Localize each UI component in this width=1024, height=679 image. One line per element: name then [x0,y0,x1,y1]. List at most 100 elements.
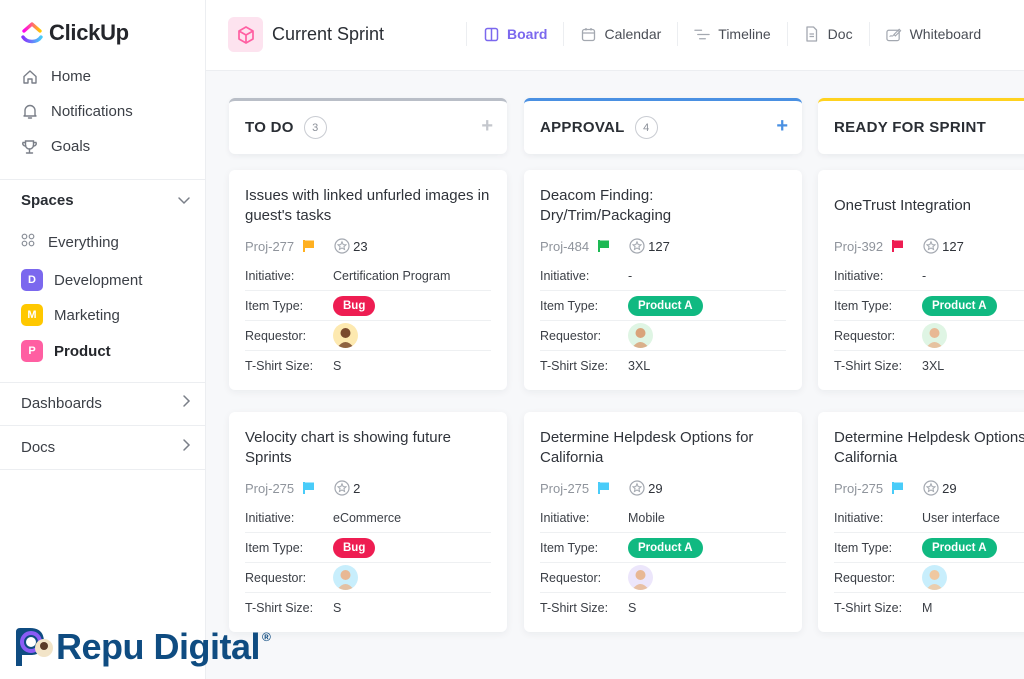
field-tshirt-size: T-Shirt Size: 3XL [834,351,1024,381]
tab-label: Calendar [604,26,662,42]
column-header[interactable]: APPROVAL 4 + [524,98,802,154]
star-points-icon [334,480,350,496]
initiative-value[interactable]: eCommerce [333,511,401,525]
nav-notifications[interactable]: Notifications [21,103,133,120]
initiative-value[interactable]: - [922,269,926,283]
story-points: 127 [629,238,670,254]
tshirt-size-value[interactable]: S [333,359,341,373]
task-title[interactable]: Issues with linked unfurled images in gu… [245,186,491,226]
page-title: Current Sprint [272,24,385,44]
task-meta: Proj-275 29 [834,479,1024,497]
tab-board[interactable]: Board [466,22,563,46]
task-title[interactable]: Determine Helpdesk Options for Californi… [540,428,786,468]
sidebar-divider [0,469,206,470]
initiative-value[interactable]: - [628,269,632,283]
item-type-pill[interactable]: Product A [628,537,703,558]
requestor-avatar[interactable] [628,565,653,590]
tab-calendar[interactable]: Calendar [563,22,677,46]
priority-flag-icon[interactable] [597,239,611,253]
docs-label: Docs [21,438,56,456]
add-task-icon[interactable]: + [776,115,788,138]
points-value: 23 [353,238,368,254]
space-development[interactable]: D Development [21,269,142,291]
initiative-value[interactable]: Mobile [628,511,665,525]
initiative-value[interactable]: User interface [922,511,1000,525]
task-title[interactable]: Determine Helpdesk Options for Californi… [834,428,1024,468]
tab-label: Whiteboard [909,26,982,42]
task-title[interactable]: Velocity chart is showing future Sprints [245,428,491,468]
field-initiative: Initiative: Mobile [540,503,786,533]
priority-flag-icon[interactable] [302,239,316,253]
requestor-avatar[interactable] [333,323,358,348]
field-requestor: Requestor: [834,321,1024,351]
task-id: Proj-275 [245,480,295,496]
tshirt-size-value[interactable]: 3XL [628,359,650,373]
nav-home[interactable]: Home [21,68,91,85]
task-card[interactable]: Deacom Finding: Dry/Trim/Packaging Proj-… [524,170,802,390]
task-card[interactable]: Velocity chart is showing future Sprints… [229,412,507,632]
task-card[interactable]: Determine Helpdesk Options for Californi… [524,412,802,632]
space-product[interactable]: P Product [21,340,111,362]
tshirt-size-value[interactable]: S [628,601,636,615]
tshirt-size-value[interactable]: 3XL [922,359,944,373]
item-type-pill[interactable]: Product A [922,537,997,558]
sidebar-docs[interactable]: Docs [21,438,191,456]
field-label: Item Type: [540,540,599,555]
priority-flag-icon[interactable] [891,481,905,495]
priority-flag-icon[interactable] [302,481,316,495]
task-card[interactable]: Issues with linked unfurled images in gu… [229,170,507,390]
task-card[interactable]: OneTrust Integration Proj-392 127 Initia… [818,170,1024,390]
column-header[interactable]: READY FOR SPRINT [818,98,1024,154]
space-marketing[interactable]: M Marketing [21,304,120,326]
star-points-icon [923,480,939,496]
requestor-avatar[interactable] [922,323,947,348]
add-task-icon[interactable]: + [481,115,493,138]
tab-whiteboard[interactable]: Whiteboard [868,22,998,46]
item-type-pill[interactable]: Bug [333,537,376,558]
task-title[interactable]: OneTrust Integration [834,186,1024,226]
priority-flag-icon[interactable] [891,239,905,253]
item-type-pill[interactable]: Bug [333,295,376,316]
field-label: Initiative: [540,510,590,525]
star-points-icon [629,238,645,254]
column-header[interactable]: TO DO 3 + [229,98,507,154]
task-fields: Initiative: eCommerce Item Type: Bug Req… [245,503,491,623]
priority-flag-icon[interactable] [597,481,611,495]
field-tshirt-size: T-Shirt Size: 3XL [540,351,786,381]
space-everything[interactable]: Everything [21,233,119,251]
initiative-value[interactable]: Certification Program [333,269,450,283]
nav-goals[interactable]: Goals [21,138,90,155]
field-requestor: Requestor: [245,321,491,351]
sidebar-dashboards[interactable]: Dashboards [21,394,191,412]
tab-doc[interactable]: Doc [786,22,869,46]
field-requestor: Requestor: [540,563,786,593]
nav-home-label: Home [51,68,92,85]
task-id: Proj-275 [834,480,884,496]
requestor-avatar[interactable] [628,323,653,348]
dashboards-label: Dashboards [21,394,102,412]
spaces-header[interactable]: Spaces [21,192,191,209]
field-item-type: Item Type: Product A [540,533,786,563]
tshirt-size-value[interactable]: S [333,601,341,615]
task-card[interactable]: Determine Helpdesk Options for Californi… [818,412,1024,632]
chevron-down-icon[interactable] [177,192,191,209]
item-type-pill[interactable]: Product A [628,295,703,316]
board-column: READY FOR SPRINT [818,98,1024,154]
field-label: T-Shirt Size: [540,359,609,373]
watermark-logo-icon [16,628,53,666]
item-type-pill[interactable]: Product A [922,295,997,316]
field-requestor: Requestor: [540,321,786,351]
task-fields: Initiative: Certification Program Item T… [245,261,491,381]
field-initiative: Initiative: - [540,261,786,291]
tshirt-size-value[interactable]: M [922,601,932,615]
points-value: 127 [942,238,964,254]
requestor-avatar[interactable] [922,565,947,590]
task-title[interactable]: Deacom Finding: Dry/Trim/Packaging [540,186,786,226]
space-label: Product [54,342,111,360]
field-label: Initiative: [834,268,884,283]
clickup-logo[interactable]: ClickUp [21,20,129,46]
field-item-type: Item Type: Product A [834,291,1024,321]
requestor-avatar[interactable] [333,565,358,590]
tab-timeline[interactable]: Timeline [677,22,786,46]
column-title: APPROVAL [540,119,625,136]
